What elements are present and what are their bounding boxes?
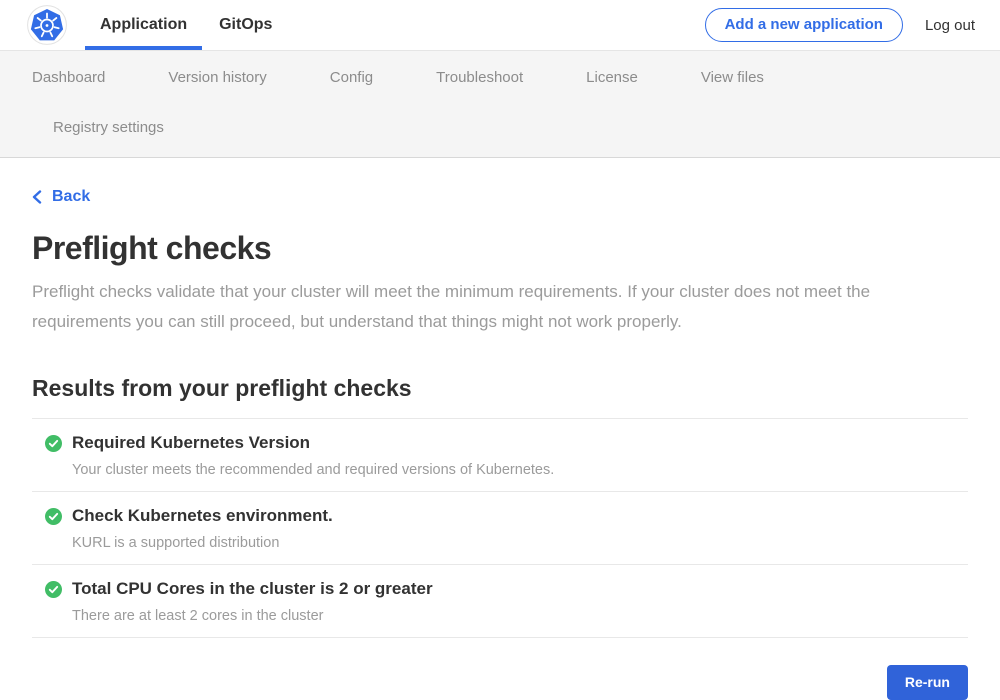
- add-new-application-button[interactable]: Add a new application: [705, 8, 903, 42]
- check-pass-icon: [45, 581, 62, 598]
- tab-gitops[interactable]: GitOps: [204, 0, 287, 50]
- page-description: Preflight checks validate that your clus…: [32, 277, 952, 337]
- subnav-item-dashboard[interactable]: Dashboard: [32, 63, 105, 93]
- chevron-left-icon: [32, 190, 42, 204]
- check-title: Total CPU Cores in the cluster is 2 or g…: [72, 579, 433, 599]
- kubernetes-helm-icon: [27, 5, 67, 45]
- tab-gitops-label: GitOps: [219, 16, 272, 34]
- topnav-actions: Add a new application Log out: [705, 0, 975, 50]
- divider: [32, 637, 968, 638]
- tab-application-label: Application: [100, 16, 187, 34]
- primary-tabs: Application GitOps: [85, 0, 287, 50]
- check-title: Required Kubernetes Version: [72, 433, 554, 453]
- preflight-check-row: Required Kubernetes Version Your cluster…: [32, 419, 968, 491]
- subnav-item-view-files[interactable]: View files: [701, 63, 764, 93]
- check-message: KURL is a supported distribution: [72, 535, 333, 551]
- check-title: Check Kubernetes environment.: [72, 506, 333, 526]
- subnav-item-license[interactable]: License: [586, 63, 638, 93]
- back-label: Back: [52, 188, 90, 206]
- logout-link[interactable]: Log out: [925, 17, 975, 34]
- preflight-check-row: Total CPU Cores in the cluster is 2 or g…: [32, 565, 968, 637]
- check-message: There are at least 2 cores in the cluste…: [72, 608, 433, 624]
- subnav-item-config[interactable]: Config: [330, 63, 373, 93]
- top-navbar: Application GitOps Add a new application…: [0, 0, 1000, 51]
- tab-application[interactable]: Application: [85, 0, 202, 50]
- check-body: Check Kubernetes environment. KURL is a …: [72, 506, 333, 551]
- check-message: Your cluster meets the recommended and r…: [72, 462, 554, 478]
- page-title: Preflight checks: [32, 230, 968, 267]
- check-body: Required Kubernetes Version Your cluster…: [72, 433, 554, 478]
- rerun-button[interactable]: Re-run: [887, 665, 968, 700]
- kubernetes-logo: [27, 0, 67, 50]
- check-pass-icon: [45, 435, 62, 452]
- footer-actions: Re-run: [32, 665, 968, 700]
- subnav-item-troubleshoot[interactable]: Troubleshoot: [436, 63, 523, 93]
- preflight-checks-page: Back Preflight checks Preflight checks v…: [0, 158, 1000, 700]
- preflight-check-row: Check Kubernetes environment. KURL is a …: [32, 492, 968, 564]
- back-link[interactable]: Back: [32, 188, 90, 206]
- app-subnav: Dashboard Version history Config Trouble…: [0, 51, 1000, 158]
- subnav-item-registry-settings[interactable]: Registry settings: [53, 113, 164, 143]
- check-pass-icon: [45, 508, 62, 525]
- subnav-item-version-history[interactable]: Version history: [168, 63, 266, 93]
- results-heading: Results from your preflight checks: [32, 375, 968, 402]
- check-body: Total CPU Cores in the cluster is 2 or g…: [72, 579, 433, 624]
